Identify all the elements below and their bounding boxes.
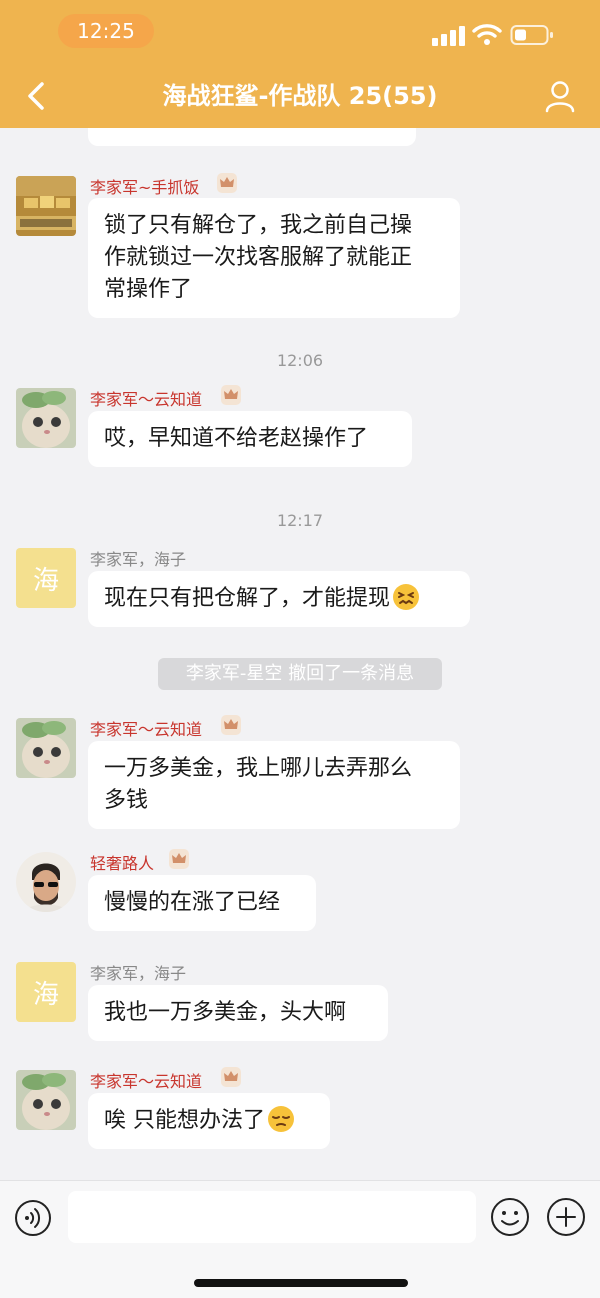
sender-name: 李家军～云知道 xyxy=(90,390,203,409)
confounded-face-emoji-icon xyxy=(393,584,420,610)
pensive-face-emoji-icon xyxy=(268,1106,294,1132)
status-bar: 12:25 xyxy=(0,0,600,64)
message-line: 常操作了 xyxy=(104,277,193,302)
sender-name: 李家军～云知道 xyxy=(90,720,203,739)
avatar[interactable] xyxy=(16,852,76,912)
crown-badge-icon xyxy=(221,385,241,405)
crown-badge-icon xyxy=(221,715,241,735)
home-indicator xyxy=(194,1279,408,1287)
message-bubble[interactable]: 哎，早知道不给老赵操作了 xyxy=(88,411,412,467)
sender-name: 李家军～云知道 xyxy=(90,1072,203,1091)
avatar[interactable]: 海 xyxy=(16,548,76,608)
sender-name: 李家军，海子 xyxy=(90,550,187,569)
message-line: 多钱 xyxy=(104,788,149,813)
message-bubble[interactable]: 我也一万多美金，头大啊 xyxy=(88,985,388,1041)
avatar-image xyxy=(16,718,76,778)
avatar-image xyxy=(16,852,76,912)
avatar-initial: 海 xyxy=(32,565,59,596)
group-info-button[interactable] xyxy=(542,78,578,114)
message-bubble[interactable]: 现在只有把仓解了，才能提现 xyxy=(88,571,470,627)
add-button[interactable] xyxy=(546,1197,586,1237)
avatar[interactable] xyxy=(16,1070,76,1130)
timestamp: 12:06 xyxy=(276,351,324,370)
message-line: 一万多美金，我上哪儿去弄那么 xyxy=(104,756,413,781)
avatar[interactable] xyxy=(16,176,76,236)
message-line: 锁了只有解仓了，我之前自己操 xyxy=(104,213,413,238)
message-input[interactable] xyxy=(68,1191,476,1243)
timestamp: 12:17 xyxy=(276,511,324,530)
avatar[interactable] xyxy=(16,718,76,778)
message-bubble[interactable]: 锁了只有解仓了，我之前自己操 作就锁过一次找客服解了就能正 常操作了 xyxy=(88,198,460,318)
emoji-button[interactable] xyxy=(490,1197,530,1237)
message-bubble[interactable] xyxy=(88,128,416,146)
message-text: 现在只有把仓解了，才能提现 xyxy=(104,586,391,611)
sender-name: 李家军~手抓饭 xyxy=(90,178,200,197)
wifi-icon xyxy=(472,24,502,45)
sender-name: 李家军，海子 xyxy=(90,964,187,983)
avatar-initial: 海 xyxy=(32,979,59,1010)
input-bar xyxy=(0,1180,600,1298)
message-bubble[interactable]: 慢慢的在涨了已经 xyxy=(88,875,316,931)
avatar-image xyxy=(16,388,76,448)
crown-badge-icon xyxy=(169,849,189,869)
crown-badge-icon xyxy=(217,173,237,193)
crown-badge-icon xyxy=(221,1067,241,1087)
chat-title: 海战狂鲨-作战队 25(55) xyxy=(162,82,438,110)
sender-name: 轻奢路人 xyxy=(90,854,155,873)
avatar-image xyxy=(16,176,76,236)
avatar[interactable] xyxy=(16,388,76,448)
message-line: 作就锁过一次找客服解了就能正 xyxy=(104,245,413,270)
message-text: 慢慢的在涨了已经 xyxy=(104,890,281,915)
avatar-image xyxy=(16,1070,76,1130)
cellular-signal-icon xyxy=(432,24,466,46)
battery-icon xyxy=(510,25,553,45)
recall-notice: 李家军-星空 撤回了一条消息 xyxy=(158,658,442,690)
message-text: 哎，早知道不给老赵操作了 xyxy=(104,426,369,451)
status-time: 12:25 xyxy=(58,14,154,48)
avatar[interactable]: 海 xyxy=(16,962,76,1022)
message-bubble[interactable]: 一万多美金，我上哪儿去弄那么 多钱 xyxy=(88,741,460,829)
message-text: 唉 只能想办法了 xyxy=(104,1108,265,1133)
chat-header: 12:25 海战狂鲨-作战队 25(55) xyxy=(0,0,600,128)
message-list[interactable]: 李家军~手抓饭 锁了只有解仓了，我之前自己操 作就锁过一次找客服解了就能正 常操… xyxy=(0,128,600,1180)
message-bubble[interactable]: 唉 只能想办法了 xyxy=(88,1093,330,1149)
message-text: 我也一万多美金，头大啊 xyxy=(104,1000,347,1025)
voice-input-button[interactable] xyxy=(14,1199,52,1237)
back-button[interactable] xyxy=(18,78,54,114)
